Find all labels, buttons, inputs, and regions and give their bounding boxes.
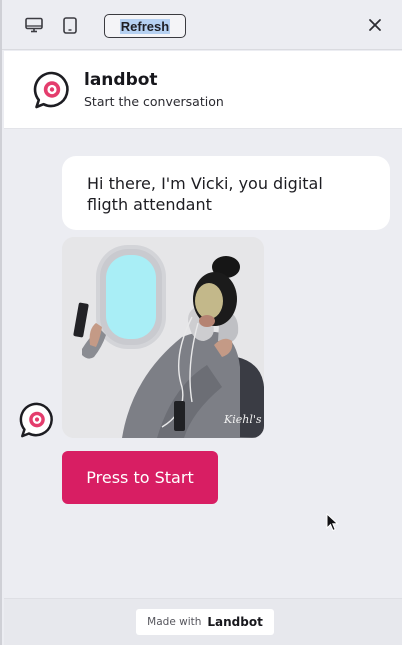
refresh-button[interactable]: Refresh (104, 14, 186, 38)
made-with-label: Made with (147, 616, 202, 628)
tablet-icon[interactable] (59, 14, 81, 36)
preview-toolbar: Refresh (2, 0, 402, 50)
close-icon[interactable] (365, 15, 385, 35)
mouse-cursor-icon (326, 512, 340, 533)
landbot-brand-label: Landbot (207, 615, 263, 629)
header-title: landbot (84, 70, 158, 90)
image-watermark: Kiehl's (223, 413, 262, 426)
bot-message-bubble: Hi there, I'm Vicki, you digital fligth … (62, 156, 390, 230)
chat-area: Hi there, I'm Vicki, you digital fligth … (4, 130, 402, 598)
header-subtitle: Start the conversation (84, 94, 224, 109)
press-to-start-button[interactable]: Press to Start (62, 451, 218, 504)
chat-header: landbot Start the conversation (4, 51, 402, 129)
desktop-icon[interactable] (23, 14, 45, 36)
landbot-logo-icon (32, 70, 72, 110)
made-with-landbot-badge[interactable]: Made with Landbot (136, 609, 274, 635)
landbot-avatar-icon (18, 401, 56, 439)
refresh-button-label: Refresh (119, 18, 171, 34)
bot-message-text: Hi there, I'm Vicki, you digital fligth … (87, 174, 323, 214)
chat-footer: Made with Landbot (4, 598, 402, 645)
app-frame: Refresh landbot Start the conversation H… (0, 0, 402, 645)
bot-message-image: Kiehl's (62, 237, 264, 438)
image-woman-airplane-selfie: Kiehl's (62, 237, 264, 438)
